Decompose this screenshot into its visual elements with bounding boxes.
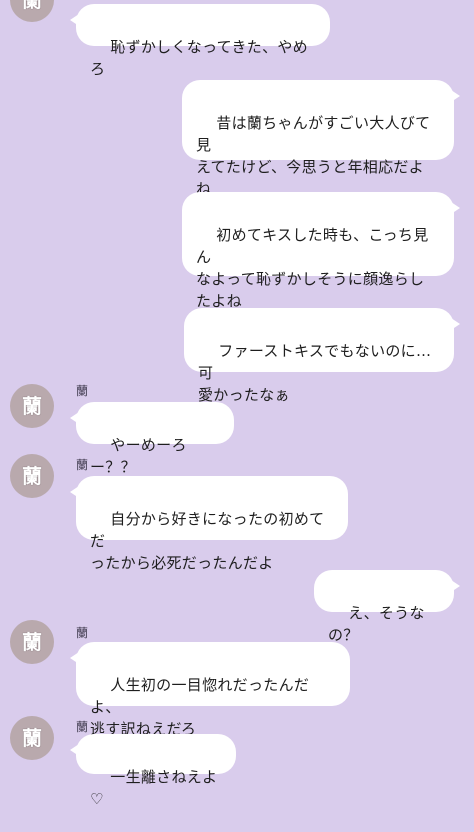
- message-text: え、そうなの？: [328, 604, 425, 644]
- avatar-icon: 蘭: [22, 630, 42, 654]
- avatar-icon: 蘭: [22, 464, 42, 488]
- message-bubble[interactable]: やーめーろー？？: [70, 402, 234, 476]
- sender-name: 蘭: [76, 720, 89, 734]
- message-text: 人生初の一目惚れだったんだよ、 逃す訳ねえだろ: [90, 676, 310, 738]
- avatar[interactable]: 蘭: [10, 716, 54, 760]
- message-text: 一生離さねえよ♡: [90, 768, 218, 808]
- sender-name: 蘭: [76, 458, 89, 472]
- message-bubble[interactable]: え、そうなの？: [314, 570, 460, 644]
- message-text: 昔は蘭ちゃんがすごい大人びて見 えてたけど、今思うと年相応だよ ね: [196, 114, 431, 198]
- avatar[interactable]: 蘭: [10, 620, 54, 664]
- avatar[interactable]: 蘭: [10, 384, 54, 428]
- message-text: やーめーろー？？: [90, 436, 187, 476]
- message-bubble[interactable]: ファーストキスでもないのに…可 愛かったなぁ: [184, 308, 460, 404]
- sender-name: 蘭: [76, 384, 89, 398]
- message-bubble[interactable]: 恥ずかしくなってきた、やめろ: [70, 4, 330, 78]
- avatar[interactable]: 蘭: [10, 0, 54, 22]
- message-bubble[interactable]: 自分から好きになったの初めてだ ったから必死だったんだよ: [70, 476, 348, 572]
- sender-name: 蘭: [76, 626, 89, 640]
- avatar-icon: 蘭: [22, 726, 42, 750]
- message-text: 初めてキスした時も、こっち見ん なよって恥ずかしそうに顔逸らし たよね: [196, 226, 429, 310]
- message-text: 自分から好きになったの初めてだ ったから必死だったんだよ: [90, 510, 325, 572]
- message-text: ファーストキスでもないのに…可 愛かったなぁ: [198, 342, 432, 404]
- avatar[interactable]: 蘭: [10, 454, 54, 498]
- message-bubble[interactable]: 初めてキスした時も、こっち見ん なよって恥ずかしそうに顔逸らし たよね: [182, 192, 460, 310]
- message-text: 恥ずかしくなってきた、やめろ: [90, 38, 308, 78]
- avatar-icon: 蘭: [22, 0, 42, 12]
- message-bubble[interactable]: 人生初の一目惚れだったんだよ、 逃す訳ねえだろ: [70, 642, 350, 738]
- message-bubble[interactable]: 昔は蘭ちゃんがすごい大人びて見 えてたけど、今思うと年相応だよ ね: [182, 80, 460, 198]
- chat-view[interactable]: 蘭 恥ずかしくなってきた、やめろ 昔は蘭ちゃんがすごい大人びて見 えてたけど、今…: [0, 0, 474, 808]
- message-bubble[interactable]: 一生離さねえよ♡: [70, 734, 236, 808]
- avatar-icon: 蘭: [22, 394, 42, 418]
